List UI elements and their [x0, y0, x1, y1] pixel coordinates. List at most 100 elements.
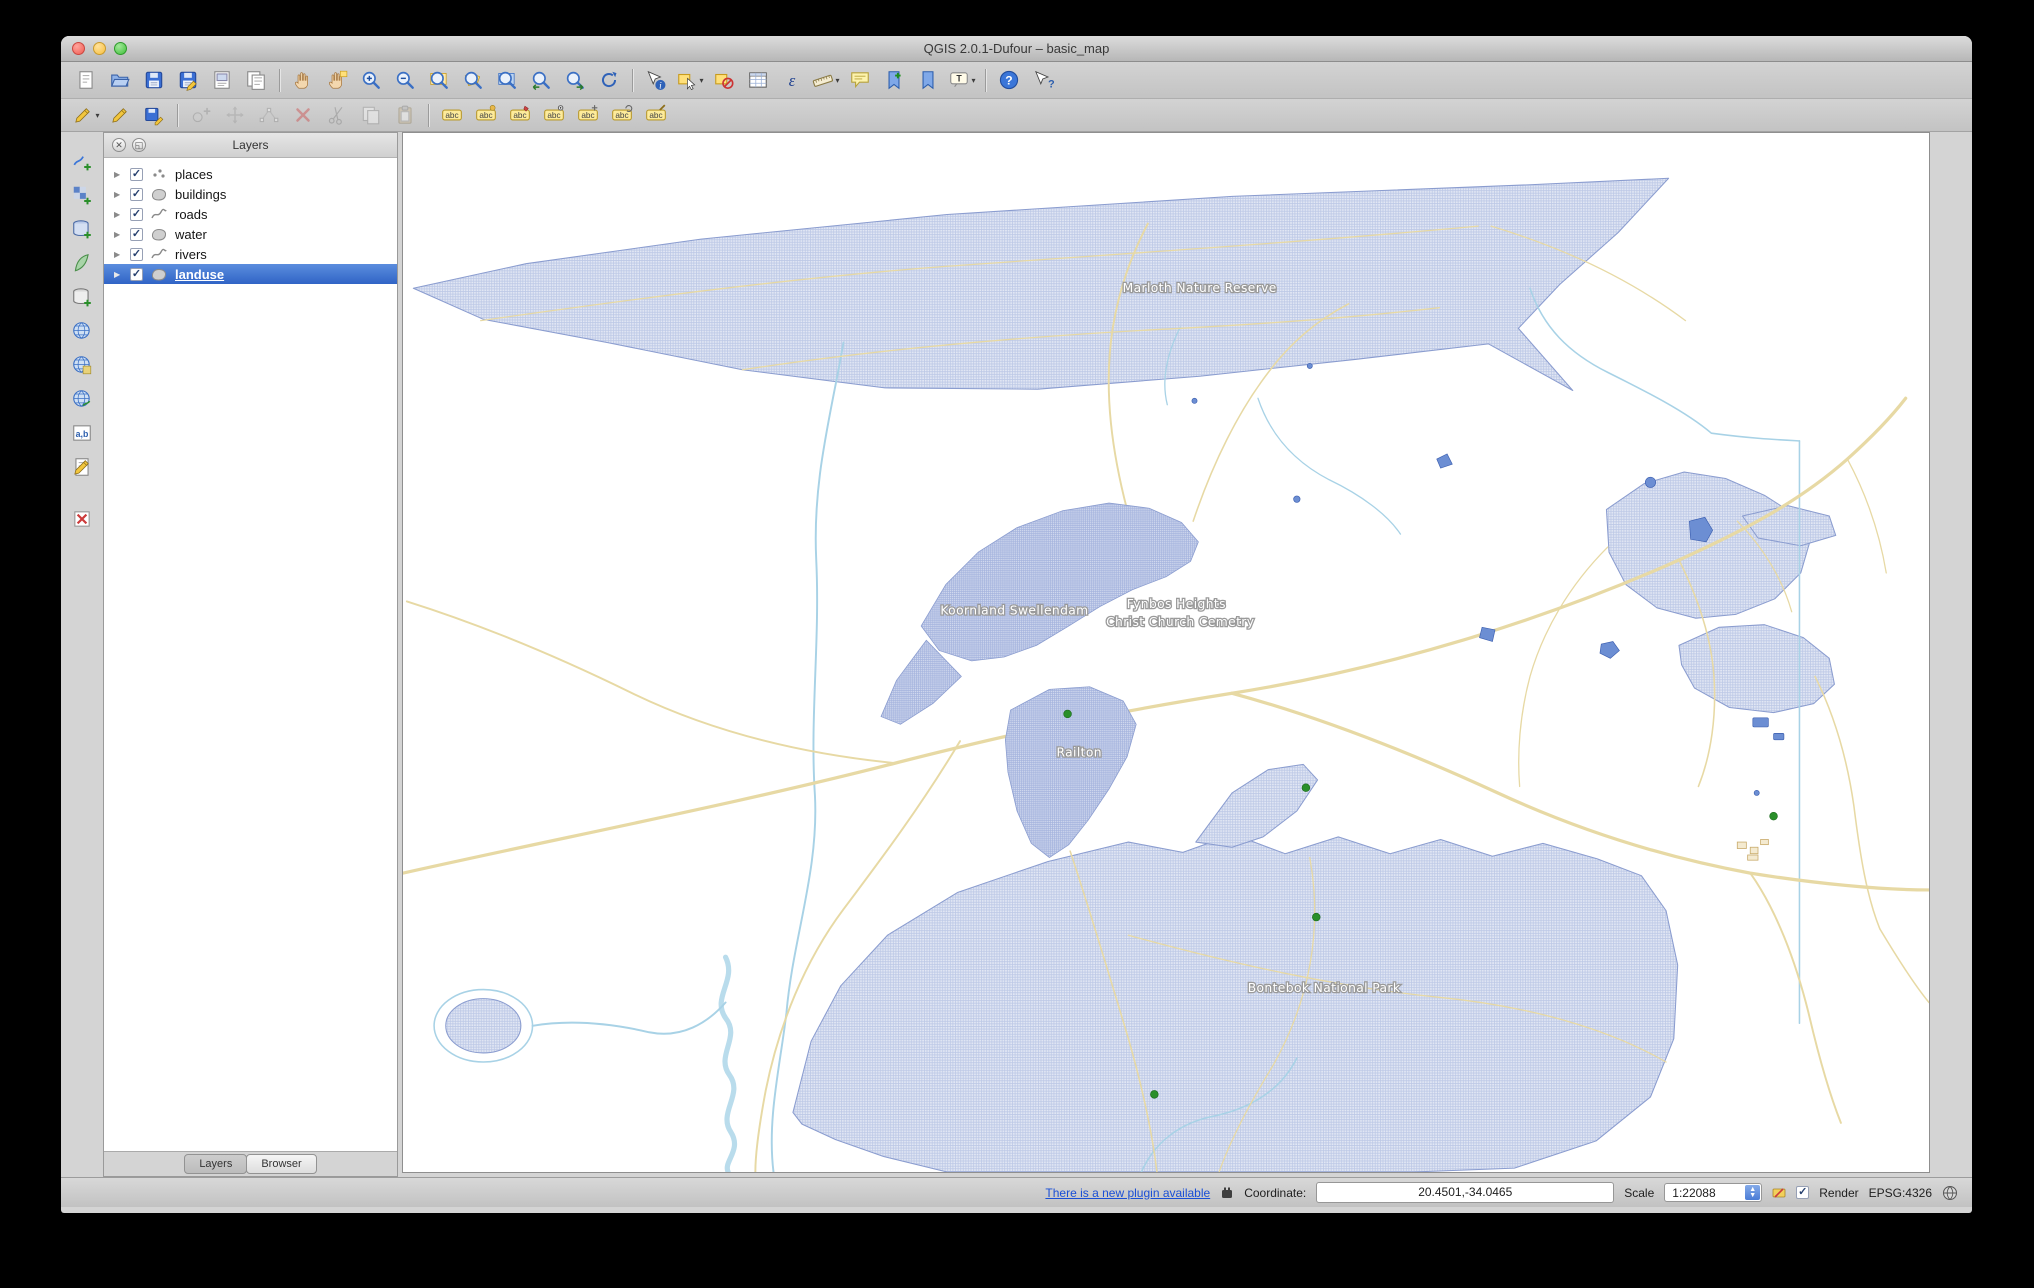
- rotate-label-icon[interactable]: abc: [605, 101, 639, 129]
- composer-manager-icon[interactable]: [239, 66, 273, 94]
- tab-browser[interactable]: Browser: [246, 1154, 317, 1174]
- layer-item-roads[interactable]: ▶ ✓ roads: [104, 204, 397, 224]
- map-canvas[interactable]: Marloth Nature Reserve Koornland Swellen…: [402, 132, 1930, 1173]
- current-edits-icon[interactable]: ▾: [69, 101, 103, 129]
- add-mssql-layer-icon[interactable]: [67, 284, 97, 310]
- dropdown-caret-icon[interactable]: ▾: [971, 76, 975, 85]
- pan-to-selection-icon[interactable]: [320, 66, 354, 94]
- new-project-icon[interactable]: [69, 66, 103, 94]
- add-delimited-text-layer-icon[interactable]: a,b: [67, 420, 97, 446]
- crs-status-icon[interactable]: [1942, 1185, 1958, 1201]
- scale-combo[interactable]: 1:22088 ▲ ▼: [1664, 1183, 1763, 1202]
- add-wcs-layer-icon[interactable]: [67, 352, 97, 378]
- show-bookmarks-icon[interactable]: [911, 66, 945, 94]
- expand-arrow-icon[interactable]: ▶: [114, 170, 123, 179]
- layer-polygon-icon: [150, 267, 168, 281]
- tab-layers[interactable]: Layers: [184, 1154, 248, 1174]
- svg-text:?: ?: [1005, 74, 1012, 88]
- whats-this-icon[interactable]: ?: [1026, 66, 1060, 94]
- plugin-icon[interactable]: [1220, 1186, 1234, 1200]
- layers-panel-title: Layers: [232, 138, 269, 152]
- open-project-icon[interactable]: [103, 66, 137, 94]
- measure-icon[interactable]: ▾: [809, 66, 843, 94]
- dropdown-caret-icon[interactable]: ▾: [835, 76, 839, 85]
- identify-features-icon[interactable]: i: [639, 66, 673, 94]
- qgis-window: QGIS 2.0.1-Dufour – basic_map i▾ε▾T▾?? ▾…: [61, 36, 1972, 1213]
- toolbar-separator: [428, 103, 429, 127]
- zoom-to-layer-icon[interactable]: [490, 66, 524, 94]
- svg-text:abc: abc: [513, 111, 526, 120]
- panel-detach-icon[interactable]: ◱: [132, 138, 146, 152]
- dropdown-caret-icon[interactable]: ▾: [699, 76, 703, 85]
- remove-layer-icon[interactable]: [67, 506, 97, 532]
- save-project-icon[interactable]: [137, 66, 171, 94]
- layer-item-places[interactable]: ▶ ✓ places: [104, 164, 397, 184]
- select-features-icon[interactable]: ▾: [673, 66, 707, 94]
- expand-arrow-icon[interactable]: ▶: [114, 210, 123, 219]
- expand-arrow-icon[interactable]: ▶: [114, 250, 123, 259]
- status-bar: There is a new plugin available Coordina…: [61, 1177, 1972, 1207]
- render-checkbox[interactable]: ✓: [1796, 1186, 1810, 1199]
- layer-visibility-checkbox[interactable]: ✓: [130, 267, 143, 281]
- text-annotation-icon[interactable]: T ▾: [945, 66, 979, 94]
- labeling-icon[interactable]: abc: [435, 101, 469, 129]
- new-print-composer-icon[interactable]: [205, 66, 239, 94]
- add-wfs-layer-icon[interactable]: [67, 386, 97, 412]
- zoom-full-icon[interactable]: [422, 66, 456, 94]
- zoom-out-icon[interactable]: [388, 66, 422, 94]
- layer-item-rivers[interactable]: ▶ ✓ rivers: [104, 244, 397, 264]
- save-layer-edits-icon[interactable]: [137, 101, 171, 129]
- pin-unpin-labels-icon[interactable]: abc: [503, 101, 537, 129]
- layer-item-landuse[interactable]: ▶ ✓ landuse: [104, 264, 397, 284]
- add-postgis-layer-icon[interactable]: [67, 216, 97, 242]
- coordinate-input[interactable]: 20.4501,-34.0465: [1316, 1182, 1615, 1203]
- expand-arrow-icon[interactable]: ▶: [114, 190, 123, 199]
- field-calculator-icon[interactable]: ε: [775, 66, 809, 94]
- add-vector-layer-icon[interactable]: [67, 148, 97, 174]
- titlebar[interactable]: QGIS 2.0.1-Dufour – basic_map: [61, 36, 1972, 62]
- stop-rendering-icon[interactable]: [1772, 1186, 1786, 1200]
- expand-arrow-icon[interactable]: ▶: [114, 230, 123, 239]
- zoom-window-button[interactable]: [114, 42, 127, 55]
- zoom-in-icon[interactable]: [354, 66, 388, 94]
- pan-map-icon[interactable]: [286, 66, 320, 94]
- layer-visibility-checkbox[interactable]: ✓: [130, 187, 143, 201]
- zoom-to-selection-icon[interactable]: [456, 66, 490, 94]
- landuse-arm-polygon: [1195, 763, 1319, 848]
- layer-visibility-checkbox[interactable]: ✓: [130, 247, 143, 261]
- layer-item-buildings[interactable]: ▶ ✓ buildings: [104, 184, 397, 204]
- zoom-last-icon[interactable]: [524, 66, 558, 94]
- new-bookmark-icon[interactable]: [877, 66, 911, 94]
- layer-item-water[interactable]: ▶ ✓ water: [104, 224, 397, 244]
- change-label-properties-icon[interactable]: abc: [639, 101, 673, 129]
- map-label-christ-church-cemetry: Christ Church Cemetry: [1106, 615, 1254, 629]
- deselect-features-icon[interactable]: [707, 66, 741, 94]
- close-window-button[interactable]: [72, 42, 85, 55]
- scale-dropdown-icon[interactable]: ▲ ▼: [1745, 1185, 1761, 1200]
- open-attribute-table-icon[interactable]: [741, 66, 775, 94]
- show-hide-labels-icon[interactable]: abc: [537, 101, 571, 129]
- map-tips-icon[interactable]: [843, 66, 877, 94]
- refresh-map-icon[interactable]: [592, 66, 626, 94]
- main-toolbar: i▾ε▾T▾??: [61, 62, 1972, 99]
- plugin-update-link[interactable]: There is a new plugin available: [1045, 1186, 1210, 1200]
- highlight-pinned-labels-icon[interactable]: abc: [469, 101, 503, 129]
- panel-close-icon[interactable]: ✕: [112, 138, 126, 152]
- layer-visibility-checkbox[interactable]: ✓: [130, 227, 143, 241]
- save-project-as-icon[interactable]: [171, 66, 205, 94]
- add-wms-layer-icon[interactable]: [67, 318, 97, 344]
- help-contents-icon[interactable]: ?: [992, 66, 1026, 94]
- add-spatialite-layer-icon[interactable]: [67, 250, 97, 276]
- dropdown-caret-icon[interactable]: ▾: [95, 111, 99, 120]
- minimize-window-button[interactable]: [93, 42, 106, 55]
- expand-arrow-icon[interactable]: ▶: [114, 270, 123, 279]
- toggle-editing-icon[interactable]: [103, 101, 137, 129]
- move-label-icon[interactable]: abc: [571, 101, 605, 129]
- add-raster-layer-icon[interactable]: [67, 182, 97, 208]
- new-shapefile-layer-icon[interactable]: [67, 454, 97, 480]
- svg-text:?: ?: [1048, 79, 1054, 91]
- layer-label: buildings: [175, 186, 227, 202]
- layer-visibility-checkbox[interactable]: ✓: [130, 167, 143, 181]
- layer-visibility-checkbox[interactable]: ✓: [130, 207, 143, 221]
- zoom-next-icon[interactable]: [558, 66, 592, 94]
